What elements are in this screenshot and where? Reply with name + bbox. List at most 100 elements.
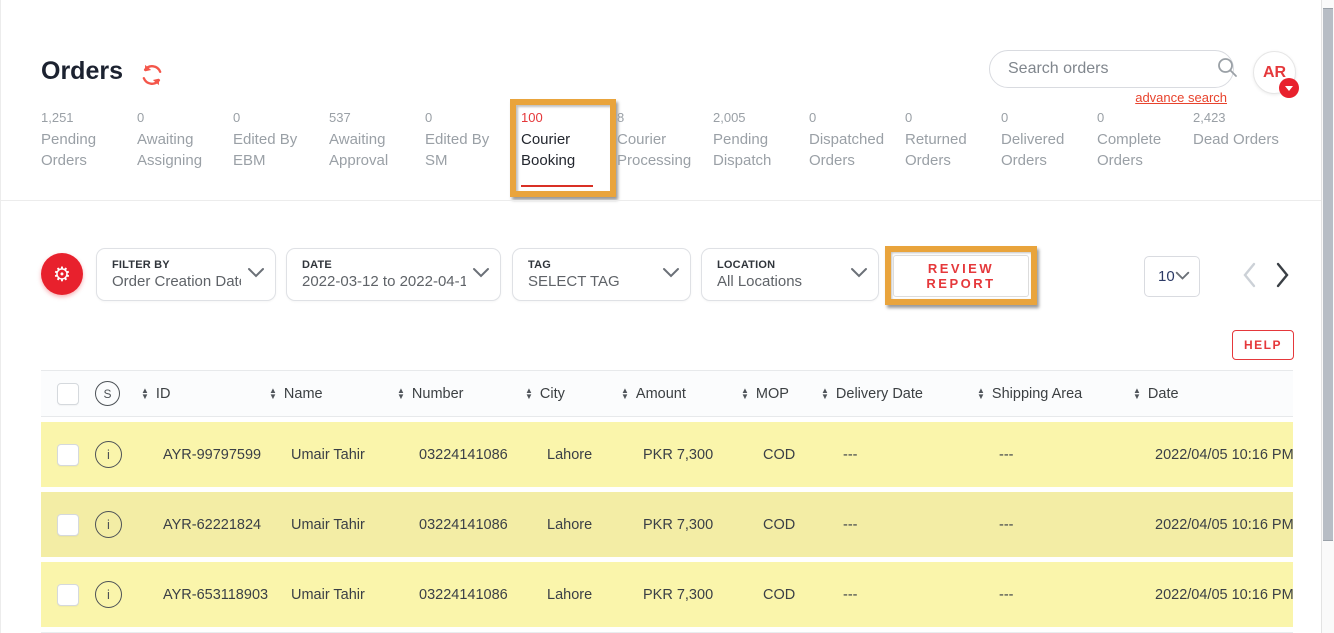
tab-count: 0 (425, 110, 515, 125)
column-header-label: Delivery Date (836, 386, 923, 402)
help-button[interactable]: HELP (1232, 330, 1294, 360)
tab-label: Pending Dispatch (713, 129, 803, 171)
cell-id: AYR-62221824 (141, 517, 269, 533)
refresh-icon[interactable] (139, 62, 165, 88)
column-header-city[interactable]: ▲▼City (525, 386, 621, 402)
tab-count: 8 (617, 110, 707, 125)
info-icon[interactable]: i (95, 511, 122, 538)
info-icon[interactable]: i (95, 441, 122, 468)
sort-icon[interactable]: ▲▼ (821, 388, 829, 400)
tab-count: 537 (329, 110, 419, 125)
sort-icon[interactable]: ▲▼ (525, 388, 533, 400)
scrollbar-thumb[interactable] (1323, 8, 1333, 541)
status-tab-edited-by-sm[interactable]: 0 Edited By SM (425, 110, 515, 187)
status-tab-complete-orders[interactable]: 0Complete Orders (1097, 110, 1187, 187)
column-header-delivery-date[interactable]: ▲▼ Delivery Date (821, 386, 977, 402)
column-header-shipping-area[interactable]: ▲▼Shipping Area (977, 386, 1133, 402)
column-header-name[interactable]: ▲▼ Name (269, 386, 397, 402)
tab-label: Dead Orders (1193, 129, 1283, 150)
status-tab-returned-orders[interactable]: 0Returned Orders (905, 110, 995, 187)
avatar-dropdown-badge[interactable] (1279, 78, 1299, 98)
review-report-button[interactable]: REVIEW REPORT (893, 255, 1029, 297)
sort-down-arrow: ▼ (397, 394, 405, 400)
sort-down-arrow: ▼ (525, 394, 533, 400)
sort-icon[interactable]: ▲▼ (397, 388, 405, 400)
select-all-checkbox[interactable] (57, 383, 79, 405)
status-tab-courier-booking[interactable]: 100Courier Booking (521, 110, 611, 187)
advance-search-link[interactable]: advance search (1135, 90, 1227, 105)
column-header-label: ID (156, 386, 171, 402)
sort-down-arrow: ▼ (269, 394, 277, 400)
page-size-value: 10 (1158, 268, 1175, 285)
tab-count: 0 (1097, 110, 1187, 125)
column-header-label: Name (284, 386, 323, 402)
column-header-date[interactable]: ▲▼Date (1133, 386, 1293, 402)
row-checkbox[interactable] (57, 514, 79, 536)
cell-city: Lahore (525, 447, 621, 463)
cell-number: 03224141086 (397, 447, 525, 463)
tab-count: 0 (905, 110, 995, 125)
tab-label: Dispatched Orders (809, 129, 899, 171)
page-size-select[interactable]: 10 (1144, 256, 1200, 297)
cell-amount: PKR 7,300 (621, 587, 741, 603)
tab-count: 1,251 (41, 110, 131, 125)
vertical-scrollbar[interactable] (1321, 0, 1334, 633)
sort-down-arrow: ▼ (821, 394, 829, 400)
cell-name: Umair Tahir (269, 517, 397, 533)
settings-button[interactable]: ⚙ (41, 253, 83, 295)
cell-amount: PKR 7,300 (621, 447, 741, 463)
status-tab-edited-by-ebm[interactable]: 0Edited By EBM (233, 110, 323, 187)
search-icon[interactable] (1215, 55, 1239, 84)
cell-shipping_area: --- (977, 517, 1133, 533)
cell-delivery_date: --- (821, 587, 977, 603)
tag-dropdown[interactable]: TAG SELECT TAG (512, 248, 691, 301)
tab-count: 2,423 (1193, 110, 1283, 125)
sort-icon[interactable]: ▲▼ (141, 388, 149, 400)
status-tab-pending-dispatch[interactable]: 2,005Pending Dispatch (713, 110, 803, 187)
column-header-amount[interactable]: ▲▼Amount (621, 386, 741, 402)
status-tab-courier-processing[interactable]: 8Courier Processing (617, 110, 707, 187)
s-badge-icon: S (95, 381, 120, 406)
active-tab-underline (521, 185, 593, 187)
avatar[interactable]: AR (1253, 51, 1296, 94)
cell-mop: COD (741, 517, 821, 533)
sort-down-arrow: ▼ (977, 394, 985, 400)
tab-label: Awaiting Approval (329, 129, 419, 171)
chevron-left-icon (1241, 261, 1257, 294)
cell-id: AYR-653118903 (141, 587, 269, 603)
status-tab-awaiting-assigning[interactable]: 0Awaiting Assigning (137, 110, 227, 187)
status-tab-delivered-orders[interactable]: 0Delivered Orders (1001, 110, 1091, 187)
sort-icon[interactable]: ▲▼ (977, 388, 985, 400)
tab-label: Edited By SM (425, 129, 515, 171)
chevron-right-icon (1275, 261, 1291, 294)
sort-icon[interactable]: ▲▼ (1133, 388, 1141, 400)
location-dropdown[interactable]: LOCATION All Locations (701, 248, 879, 301)
sort-icon[interactable]: ▲▼ (621, 388, 629, 400)
status-tab-pending-orders[interactable]: 1,251Pending Orders (41, 110, 131, 187)
tab-count: 0 (233, 110, 323, 125)
sort-icon[interactable]: ▲▼ (269, 388, 277, 400)
chevron-down-icon (247, 266, 265, 284)
pagination-prev-button[interactable] (1241, 261, 1257, 294)
filter-by-dropdown[interactable]: FILTER BY Order Creation Date (96, 248, 276, 301)
cell-mop: COD (741, 447, 821, 463)
cell-name: Umair Tahir (269, 447, 397, 463)
search-input[interactable] (1008, 60, 1215, 78)
status-tab-dispatched-orders[interactable]: 0Dispatched Orders (809, 110, 899, 187)
column-header-mop[interactable]: ▲▼ MOP (741, 386, 821, 402)
column-header-label: MOP (756, 386, 789, 402)
cell-name: Umair Tahir (269, 587, 397, 603)
column-header-number[interactable]: ▲▼Number (397, 386, 525, 402)
row-checkbox[interactable] (57, 444, 79, 466)
sort-down-arrow: ▼ (621, 394, 629, 400)
row-checkbox[interactable] (57, 584, 79, 606)
info-icon[interactable]: i (95, 581, 122, 608)
date-dropdown[interactable]: DATE 2022-03-12 to 2022-04-10 (286, 248, 501, 301)
date-value: 2022-03-12 to 2022-04-10 (302, 273, 466, 290)
pagination-next-button[interactable] (1275, 261, 1291, 294)
column-header-id[interactable]: ▲▼ ID (141, 386, 269, 402)
sort-icon[interactable]: ▲▼ (741, 388, 749, 400)
status-tab-awaiting-approval[interactable]: 537 Awaiting Approval (329, 110, 419, 187)
filter-by-value: Order Creation Date (112, 273, 241, 290)
status-tab-dead-orders[interactable]: 2,423 Dead Orders (1193, 110, 1283, 187)
